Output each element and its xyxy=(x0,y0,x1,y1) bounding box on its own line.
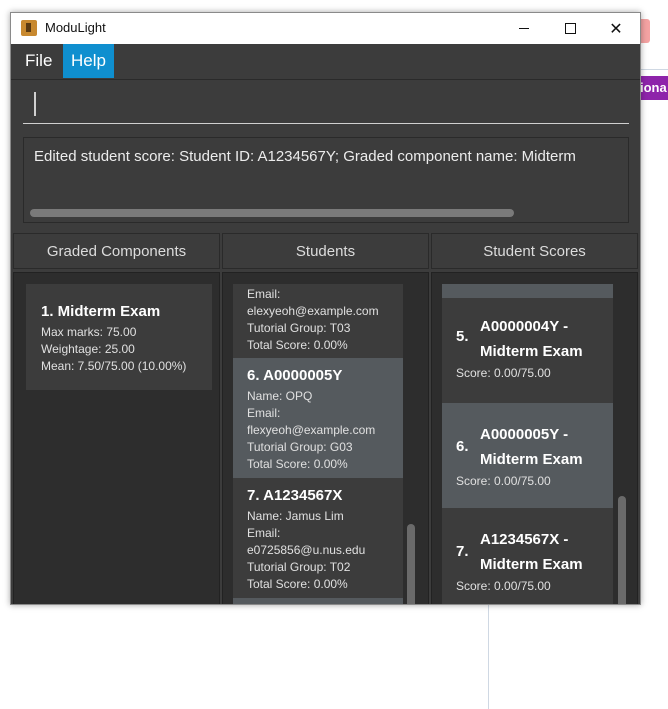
scores-scrollbar[interactable] xyxy=(618,496,626,604)
score-index: 5. xyxy=(456,328,469,345)
student-email-label: Email: xyxy=(247,406,281,420)
app-logo-icon xyxy=(21,20,37,36)
student-total-score: Total Score: 0.00% xyxy=(247,457,348,471)
menu-file[interactable]: File xyxy=(17,44,60,78)
student-title: 6. A0000005Y xyxy=(247,367,343,384)
window-title: ModuLight xyxy=(45,20,106,35)
close-button[interactable]: ✕ xyxy=(593,13,639,44)
score-card[interactable] xyxy=(442,284,613,298)
score-value: Score: 0.00/75.00 xyxy=(456,579,551,593)
app-window: ModuLight ✕ File Help Edited student sco… xyxy=(10,12,641,605)
background-badge-purple: iona xyxy=(640,76,668,100)
command-input-underline xyxy=(23,123,629,124)
minimize-icon xyxy=(519,28,529,29)
student-total-score: Total Score: 0.00% xyxy=(247,338,348,352)
close-icon: ✕ xyxy=(609,20,623,38)
menu-bar: File Help xyxy=(11,44,640,80)
score-value: Score: 0.00/75.00 xyxy=(456,474,551,488)
background-badge-purple-text: iona xyxy=(640,80,667,95)
maximize-icon xyxy=(564,23,576,34)
student-card[interactable]: 7. A1234567X Name: Jamus Lim Email: e072… xyxy=(233,478,403,598)
student-email-label: Email: xyxy=(247,526,281,540)
header-graded-components: Graded Components xyxy=(13,233,220,269)
header-students: Students xyxy=(222,233,429,269)
student-email: flexyeoh@example.com xyxy=(247,423,376,437)
student-name: Name: Jamus Lim xyxy=(247,509,344,523)
result-display[interactable]: Edited student score: Student ID: A12345… xyxy=(23,137,629,223)
graded-component-weightage: Weightage: 25.00 xyxy=(41,342,135,356)
student-email: elexyeoh@example.com xyxy=(247,304,379,318)
student-group: Tutorial Group: G03 xyxy=(247,440,353,454)
background-divider-vertical xyxy=(488,605,489,709)
minimize-button[interactable] xyxy=(501,13,547,44)
graded-components-list[interactable]: 1. Midterm Exam Max marks: 75.00 Weighta… xyxy=(13,272,220,604)
result-horizontal-scrollbar[interactable] xyxy=(30,209,514,217)
student-card[interactable]: Email: elexyeoh@example.com Tutorial Gro… xyxy=(233,284,403,358)
graded-component-max-marks: Max marks: 75.00 xyxy=(41,325,137,339)
score-title: A0000004Y - Midterm Exam xyxy=(480,318,583,360)
student-title: 7. A1234567X xyxy=(247,487,343,504)
student-name: Name: OPQ xyxy=(247,389,313,403)
student-group: Tutorial Group: T03 xyxy=(247,321,351,335)
student-email-label: Email: xyxy=(247,287,281,301)
student-total-score: Total Score: 0.00% xyxy=(247,577,348,591)
score-card[interactable]: 6. A0000005Y - Midterm Exam Score: 0.00/… xyxy=(442,403,613,508)
text-caret xyxy=(34,92,36,116)
result-message: Edited student score: Student ID: A12345… xyxy=(34,148,576,165)
title-bar[interactable]: ModuLight ✕ xyxy=(11,13,640,44)
student-card[interactable] xyxy=(233,598,403,604)
score-title: A1234567X - Midterm Exam xyxy=(480,531,583,573)
student-scores-list[interactable]: 5. A0000004Y - Midterm Exam Score: 0.00/… xyxy=(431,272,638,604)
command-input[interactable] xyxy=(23,79,629,124)
score-card[interactable]: 7. A1234567X - Midterm Exam Score: 0.00/… xyxy=(442,508,613,604)
menu-help[interactable]: Help xyxy=(63,44,114,78)
student-card[interactable]: 6. A0000005Y Name: OPQ Email: flexyeoh@e… xyxy=(233,358,403,478)
graded-component-title: 1. Midterm Exam xyxy=(41,303,161,320)
score-card[interactable]: 5. A0000004Y - Midterm Exam Score: 0.00/… xyxy=(442,298,613,403)
maximize-button[interactable] xyxy=(547,13,593,44)
score-title: A0000005Y - Midterm Exam xyxy=(480,426,583,468)
graded-component-mean: Mean: 7.50/75.00 (10.00%) xyxy=(41,359,187,373)
score-index: 7. xyxy=(456,543,469,560)
graded-component-card[interactable]: 1. Midterm Exam Max marks: 75.00 Weighta… xyxy=(26,284,212,390)
header-student-scores: Student Scores xyxy=(431,233,638,269)
student-email: e0725856@u.nus.edu xyxy=(247,543,366,557)
students-scrollbar[interactable] xyxy=(407,524,415,604)
score-index: 6. xyxy=(456,438,469,455)
students-list[interactable]: Email: elexyeoh@example.com Tutorial Gro… xyxy=(222,272,429,604)
student-group: Tutorial Group: T02 xyxy=(247,560,351,574)
score-value: Score: 0.00/75.00 xyxy=(456,366,551,380)
